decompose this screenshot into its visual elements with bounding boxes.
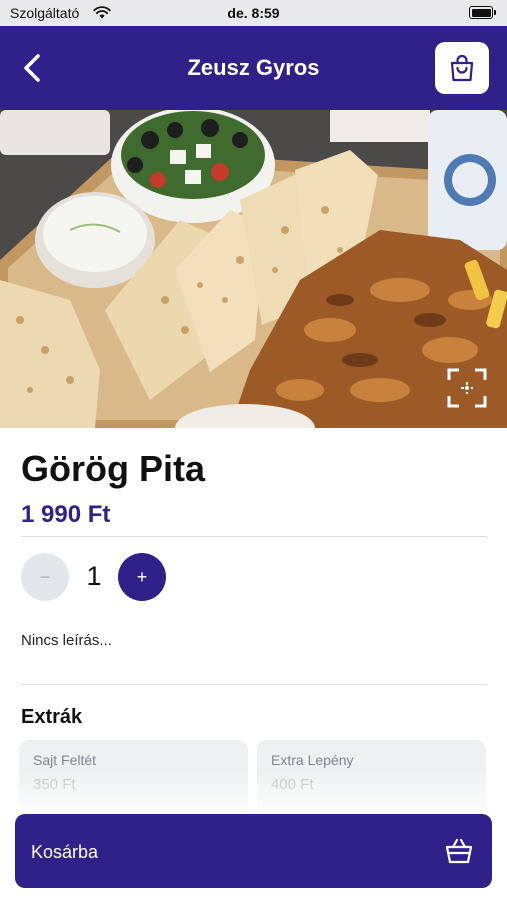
cart-button[interactable] — [435, 42, 489, 94]
shopping-bag-icon — [450, 54, 474, 82]
extras-heading: Extrák — [21, 706, 83, 728]
add-to-cart-button[interactable]: Kosárba — [15, 814, 492, 888]
product-price: 1 990 Ft — [21, 501, 111, 528]
product-image — [0, 110, 507, 428]
extra-option-price: 400 Ft — [271, 776, 314, 793]
fullscreen-button[interactable] — [445, 366, 489, 410]
decrease-quantity-button[interactable]: − — [21, 553, 69, 601]
extra-option-name: Extra Lepény — [271, 752, 354, 768]
extra-option-card[interactable]: Extra Lepény 400 Ft — [257, 740, 486, 816]
extra-option-card[interactable]: Sajt Feltét 350 Ft — [19, 740, 248, 816]
divider — [21, 536, 487, 537]
extra-option-price: 350 Ft — [33, 776, 76, 793]
product-description: Nincs leírás... — [21, 632, 112, 649]
basket-icon — [445, 838, 473, 864]
battery-icon — [469, 6, 496, 19]
increase-quantity-button[interactable]: + — [118, 553, 166, 601]
nav-bar: Zeusz Gyros — [0, 26, 507, 110]
add-to-cart-label: Kosárba — [31, 842, 99, 862]
product-name: Görög Pita — [21, 448, 206, 489]
status-bar: Szolgáltató de. 8:59 — [0, 0, 507, 26]
status-time: de. 8:59 — [227, 5, 280, 21]
quantity-value: 1 — [86, 561, 102, 591]
page-title: Zeusz Gyros — [187, 55, 320, 80]
divider — [21, 684, 487, 685]
fullscreen-icon — [447, 368, 487, 408]
extra-option-name: Sajt Feltét — [33, 752, 97, 768]
